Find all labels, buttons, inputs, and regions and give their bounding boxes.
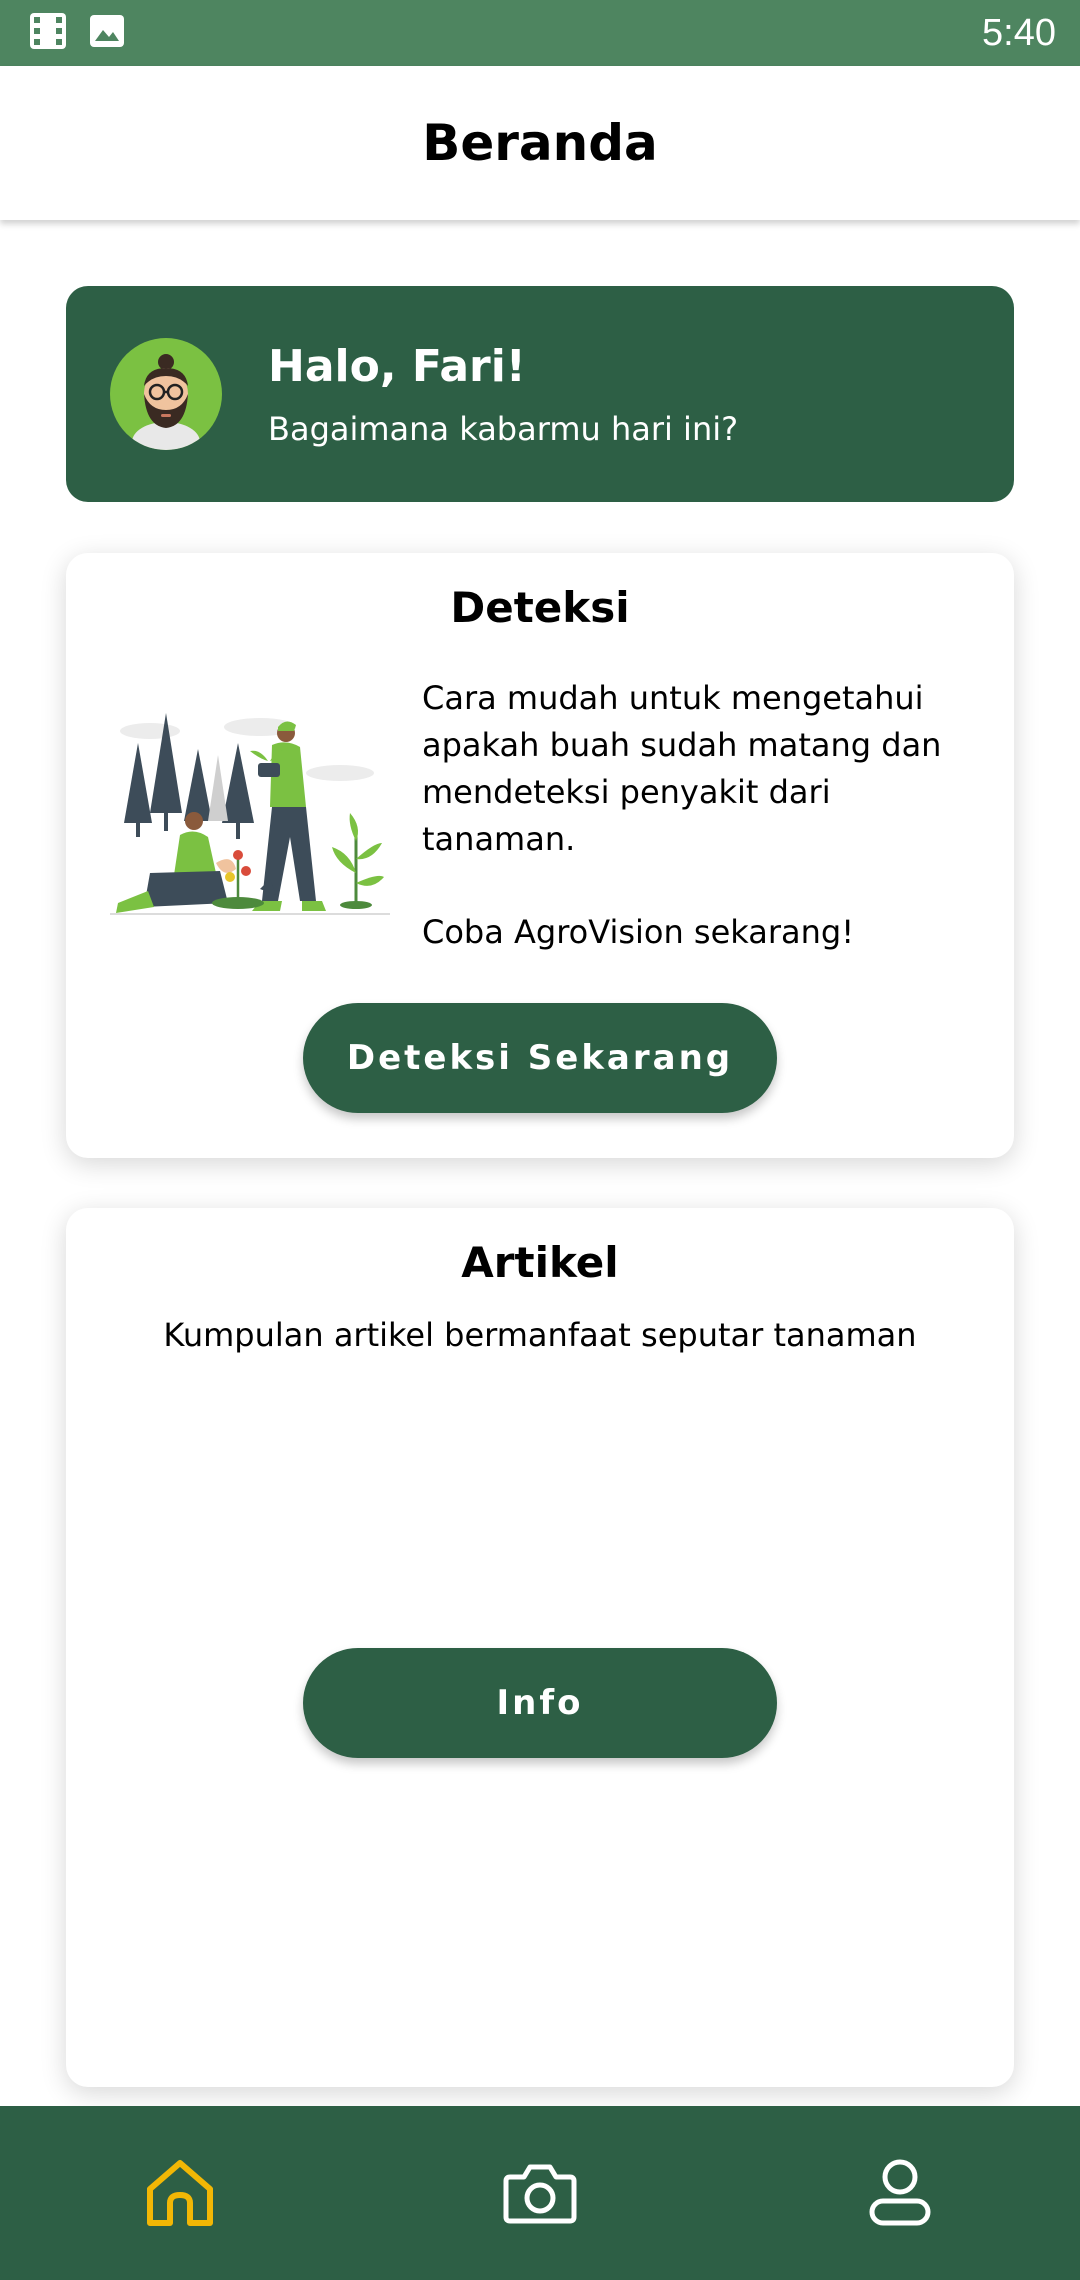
greeting-card: Halo, Fari! Bagaimana kabarmu hari ini? (66, 286, 1014, 502)
home-content: Halo, Fari! Bagaimana kabarmu hari ini? … (0, 220, 1080, 2106)
greeting-text: Halo, Fari! Bagaimana kabarmu hari ini? (268, 341, 738, 448)
gardening-illustration (110, 713, 390, 915)
nav-profile[interactable] (840, 2133, 960, 2253)
detect-card: Deteksi Cara mudah untuk mengetahui apak… (66, 553, 1014, 1158)
page-title: Beranda (422, 114, 658, 172)
detect-cta-text: Coba AgroVision sekarang! (422, 913, 855, 951)
app-bar: Beranda (0, 66, 1080, 220)
film-icon (28, 11, 68, 55)
avatar[interactable] (110, 338, 222, 450)
status-time: 5:40 (982, 11, 1056, 54)
info-button[interactable]: Info (303, 1648, 777, 1758)
detect-description: Cara mudah untuk mengetahui apakah buah … (422, 679, 942, 858)
greeting-subtitle: Bagaimana kabarmu hari ini? (268, 409, 739, 448)
image-icon (88, 12, 126, 54)
user-avatar-icon (132, 354, 200, 450)
article-title: Artikel (461, 1238, 619, 1287)
article-subtitle: Kumpulan artikel bermanfaat seputar tana… (163, 1316, 917, 1354)
home-icon (147, 2160, 213, 2226)
status-icons (28, 11, 126, 55)
detect-now-button[interactable]: Deteksi Sekarang (303, 1003, 777, 1113)
greeting-title: Halo, Fari! (268, 340, 526, 392)
profile-icon (869, 2159, 931, 2226)
article-card: Artikel Kumpulan artikel bermanfaat sepu… (66, 1208, 1014, 2087)
nav-home[interactable] (120, 2133, 240, 2253)
status-bar: 5:40 (0, 0, 1080, 66)
camera-icon (503, 2164, 577, 2224)
bottom-nav (0, 2106, 1080, 2280)
detect-title: Deteksi (450, 583, 630, 632)
nav-camera[interactable] (480, 2133, 600, 2253)
